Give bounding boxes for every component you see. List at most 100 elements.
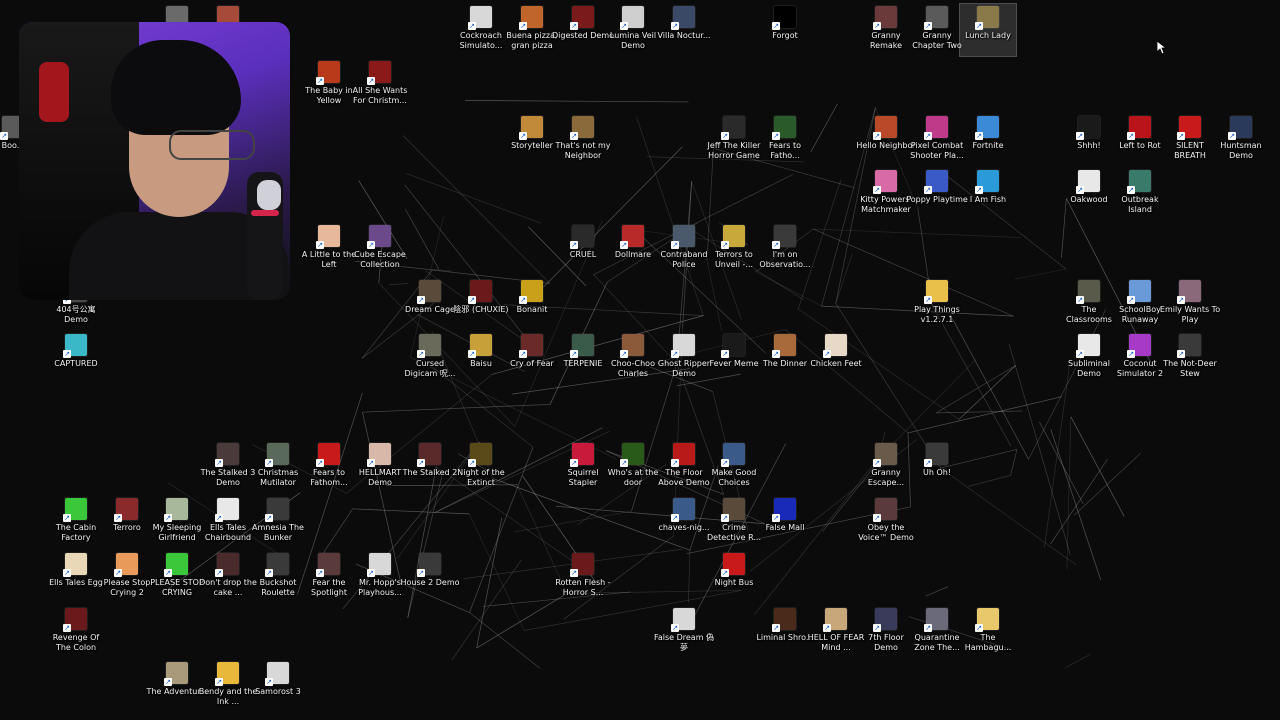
desktop-shortcut[interactable]: ↗ Fortnite <box>960 114 1016 166</box>
desktop-shortcut[interactable]: ↗ Huntsman Demo <box>1213 114 1269 166</box>
app-icon: ↗ <box>367 61 391 85</box>
desktop-shortcut[interactable]: ↗ Samorost 3 <box>250 660 306 712</box>
desktop-shortcut[interactable]: ↗ HELLMART Demo <box>352 441 408 493</box>
shortcut-arrow-icon: ↗ <box>417 569 425 577</box>
shortcut-label: Play Things v1.2.7.1 <box>914 305 960 324</box>
desktop-shortcut[interactable]: ↗ Night of the Extinct <box>453 441 509 493</box>
app-icon: ↗ <box>1076 116 1100 140</box>
app-icon: ↗ <box>417 443 441 467</box>
desktop-shortcut[interactable]: ↗ The Dinner <box>757 332 813 384</box>
desktop-shortcut[interactable]: ↗ Villa Noctur... <box>656 4 712 56</box>
app-icon: ↗ <box>519 334 543 358</box>
desktop-shortcut[interactable]: ↗ I Am Fish <box>960 168 1016 220</box>
shortcut-arrow-icon: ↗ <box>468 296 476 304</box>
desktop-shortcut[interactable]: ↗ Revenge Of The Colon <box>48 606 104 658</box>
app-icon: ↗ <box>63 334 87 358</box>
shortcut-arrow-icon: ↗ <box>671 514 679 522</box>
app-icon: ↗ <box>873 608 897 632</box>
shortcut-arrow-icon: ↗ <box>265 514 273 522</box>
desktop-shortcut[interactable]: ↗ Lumina Veil Demo <box>605 4 661 56</box>
shortcut-arrow-icon: ↗ <box>620 350 628 358</box>
desktop-shortcut[interactable]: ↗ Rotten Flesh - Horror S... <box>555 551 611 603</box>
desktop-shortcut[interactable]: ↗ Lunch Lady <box>959 3 1017 57</box>
desktop-shortcut[interactable]: ↗ Bonanit <box>504 278 560 330</box>
shortcut-arrow-icon: ↗ <box>63 569 71 577</box>
desktop-shortcut[interactable]: ↗ False Mall <box>757 496 813 548</box>
desktop-shortcut[interactable]: ↗ The Hambagu... <box>960 606 1016 658</box>
desktop-shortcut[interactable]: ↗ The Cabin Factory <box>48 496 104 548</box>
app-icon: ↗ <box>873 498 897 522</box>
wireframe-line <box>1039 421 1084 504</box>
shortcut-arrow-icon: ↗ <box>772 514 780 522</box>
desktop-shortcut[interactable]: ↗ Night Bus <box>706 551 762 603</box>
shortcut-label: False Dream 偽夢 <box>653 633 715 652</box>
desktop-shortcut[interactable]: ↗ Fears to Fatho... <box>757 114 813 166</box>
desktop-shortcut[interactable]: ↗ Buena pizza, gran pizza <box>504 4 560 56</box>
desktop-shortcut[interactable]: ↗ Obey the Voice™ Demo <box>858 496 914 548</box>
app-icon: ↗ <box>721 553 745 577</box>
desktop-shortcut[interactable]: ↗ CRUEL <box>555 223 611 275</box>
desktop-shortcut[interactable]: ↗ I'm on Observatio... <box>757 223 813 275</box>
desktop-shortcut[interactable]: ↗ Shhh! <box>1061 114 1117 166</box>
app-icon: ↗ <box>468 280 492 304</box>
desktop-shortcut[interactable]: ↗ Uh Oh! <box>909 441 965 493</box>
desktop-shortcut[interactable]: ↗ Poppy Playtime <box>906 168 968 220</box>
desktop-shortcut[interactable]: ↗ Crime Detective R... <box>706 496 762 548</box>
desktop-shortcut[interactable]: ↗ Bendy and the Ink ... <box>199 660 257 712</box>
app-icon: ↗ <box>772 334 796 358</box>
shortcut-arrow-icon: ↗ <box>468 22 476 30</box>
desktop-shortcut[interactable]: ↗ False Dream 偽夢 <box>653 606 715 658</box>
desktop-shortcut[interactable]: ↗ Pixel Combat Shooter Pla... <box>909 114 965 166</box>
desktop-shortcut[interactable]: ↗ The Not-Deer Stew <box>1162 332 1218 384</box>
app-icon: ↗ <box>114 498 138 522</box>
shortcut-arrow-icon: ↗ <box>772 132 780 140</box>
desktop-shortcut[interactable]: ↗ Granny Escape... <box>858 441 914 493</box>
desktop-shortcut[interactable]: ↗ Make Good Choices <box>706 441 762 493</box>
wireframe-line <box>406 173 541 224</box>
app-icon: ↗ <box>570 6 594 30</box>
shortcut-arrow-icon: ↗ <box>1076 296 1084 304</box>
desktop-shortcut[interactable]: ↗ Mr. Hopp's Playhous... <box>352 551 408 603</box>
wireframe-line <box>936 410 1023 414</box>
desktop-shortcut[interactable]: ↗ Ghost Ripper Demo <box>656 332 712 384</box>
shortcut-arrow-icon: ↗ <box>519 350 527 358</box>
wireframe-line <box>936 365 1016 414</box>
desktop-shortcut[interactable]: ↗ Cube Escape Collection <box>352 223 408 275</box>
shortcut-arrow-icon: ↗ <box>671 624 679 632</box>
shortcut-arrow-icon: ↗ <box>1076 186 1084 194</box>
desktop-shortcut[interactable]: ↗ Cry of Fear <box>504 332 560 384</box>
app-icon: ↗ <box>873 116 897 140</box>
shortcut-label: Revenge Of The Colon <box>52 633 100 652</box>
desktop-shortcut[interactable]: ↗ Fever Meme <box>706 332 762 384</box>
desktop-shortcut[interactable]: ↗ Kitty Powers' Matchmaker <box>858 168 914 220</box>
desktop-shortcut[interactable]: ↗ Baisu <box>453 332 509 384</box>
desktop-shortcut[interactable]: ↗ Granny Chapter Two <box>909 4 965 56</box>
app-icon: ↗ <box>265 662 289 686</box>
desktop-shortcut[interactable]: ↗ Forgot <box>757 4 813 56</box>
desktop-shortcut[interactable]: ↗ That's not my Neighbor <box>555 114 611 166</box>
app-icon: ↗ <box>772 608 796 632</box>
shortcut-arrow-icon: ↗ <box>1177 296 1185 304</box>
shortcut-arrow-icon: ↗ <box>924 459 932 467</box>
desktop-shortcut[interactable]: ↗ All She Wants For Christm... <box>352 59 408 111</box>
desktop-shortcut[interactable]: ↗ Play Things v1.2.7.1 <box>909 278 965 330</box>
desktop-shortcut[interactable]: ↗ Cursed Digicam 呪... <box>402 332 458 384</box>
wireframe-line <box>1015 268 1067 280</box>
desktop-shortcut[interactable]: ↗ Emily Wants To Play <box>1160 278 1220 330</box>
desktop-shortcut[interactable]: ↗ Chicken Feet <box>808 332 864 384</box>
shortcut-arrow-icon: ↗ <box>114 514 122 522</box>
desktop-shortcut[interactable]: ↗ CAPTURED <box>48 332 104 384</box>
wireframe-line <box>321 508 354 556</box>
desktop-shortcut[interactable]: ↗ 陰邪 (CHUXIE) <box>453 278 509 330</box>
shortcut-label: Fortnite <box>972 141 1004 150</box>
desktop-shortcut[interactable]: ↗ Outbreak Island <box>1112 168 1168 220</box>
app-icon: ↗ <box>975 116 999 140</box>
shortcut-label: All She Wants For Christm... <box>352 86 408 105</box>
glasses <box>169 130 255 160</box>
desktop-shortcut[interactable]: ↗ Amnesia The Bunker <box>250 496 306 548</box>
desktop-shortcut[interactable]: ↗ House 2 Demo <box>400 551 460 603</box>
shortcut-arrow-icon: ↗ <box>63 350 71 358</box>
webcam-overlay <box>19 22 290 300</box>
desktop-shortcut[interactable]: ↗ Dream Cage <box>402 278 458 330</box>
app-icon: ↗ <box>468 334 492 358</box>
